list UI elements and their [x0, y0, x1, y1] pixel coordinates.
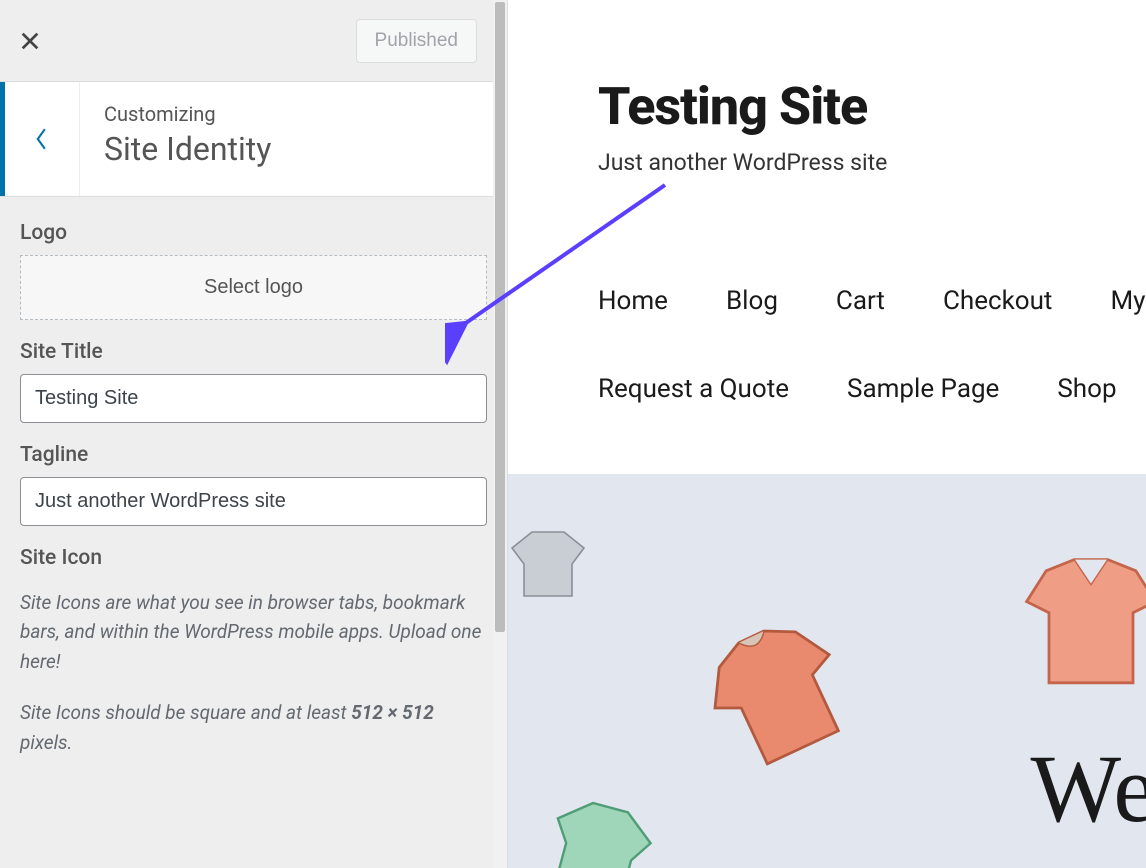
nav-item-shop[interactable]: Shop [1057, 374, 1116, 404]
panel-top-bar: Published [0, 0, 507, 82]
nav-item-blog[interactable]: Blog [726, 286, 778, 316]
tagline-label: Tagline [20, 443, 487, 467]
preview-hero: We [508, 474, 1146, 868]
product-illustration [685, 601, 871, 787]
logo-label: Logo [20, 221, 487, 245]
nav-item-request-quote[interactable]: Request a Quote [598, 374, 789, 404]
req-pre: Site Icons should be square and at least [20, 701, 351, 724]
req-dim: 512 × 512 [351, 701, 434, 724]
nav-item-sample-page[interactable]: Sample Page [847, 374, 999, 404]
preview-site-title[interactable]: Testing Site [598, 0, 1146, 137]
close-icon [19, 30, 41, 52]
site-title-input[interactable] [20, 374, 487, 423]
site-icon-description: Site Icons are what you see in browser t… [20, 588, 487, 676]
section-header: Customizing Site Identity [0, 82, 507, 197]
close-button[interactable] [0, 0, 60, 82]
site-title-label: Site Title [20, 340, 487, 364]
scroll-thumb[interactable] [495, 2, 505, 632]
nav-item-home[interactable]: Home [598, 286, 668, 316]
select-logo-button[interactable]: Select logo [20, 255, 487, 320]
nav-item-cart[interactable]: Cart [836, 286, 885, 316]
nav-item-checkout[interactable]: Checkout [943, 286, 1052, 316]
product-illustration [1016, 554, 1146, 694]
nav-item-my[interactable]: My [1110, 286, 1145, 316]
site-icon-requirement: Site Icons should be square and at least… [20, 698, 487, 757]
tagline-input[interactable] [20, 477, 487, 526]
site-icon-label: Site Icon [20, 546, 487, 570]
controls-area: Logo Select logo Site Title Tagline Site… [0, 197, 507, 868]
product-illustration [508, 524, 588, 604]
customizer-panel: Published Customizing Site Identity Logo… [0, 0, 508, 868]
chevron-left-icon [33, 125, 51, 153]
breadcrumb: Customizing [104, 102, 483, 126]
product-illustration [525, 781, 672, 868]
back-button[interactable] [0, 82, 80, 196]
preview-nav: Home Blog Cart Checkout My Request a Quo… [598, 286, 1146, 404]
hero-heading: We [1030, 733, 1146, 844]
preview-tagline: Just another WordPress site [598, 149, 1146, 176]
scrollbar[interactable] [493, 0, 507, 868]
publish-button[interactable]: Published [356, 19, 477, 63]
req-post: pixels. [20, 731, 72, 754]
section-title: Site Identity [104, 130, 483, 168]
site-preview: Testing Site Just another WordPress site… [508, 0, 1146, 868]
